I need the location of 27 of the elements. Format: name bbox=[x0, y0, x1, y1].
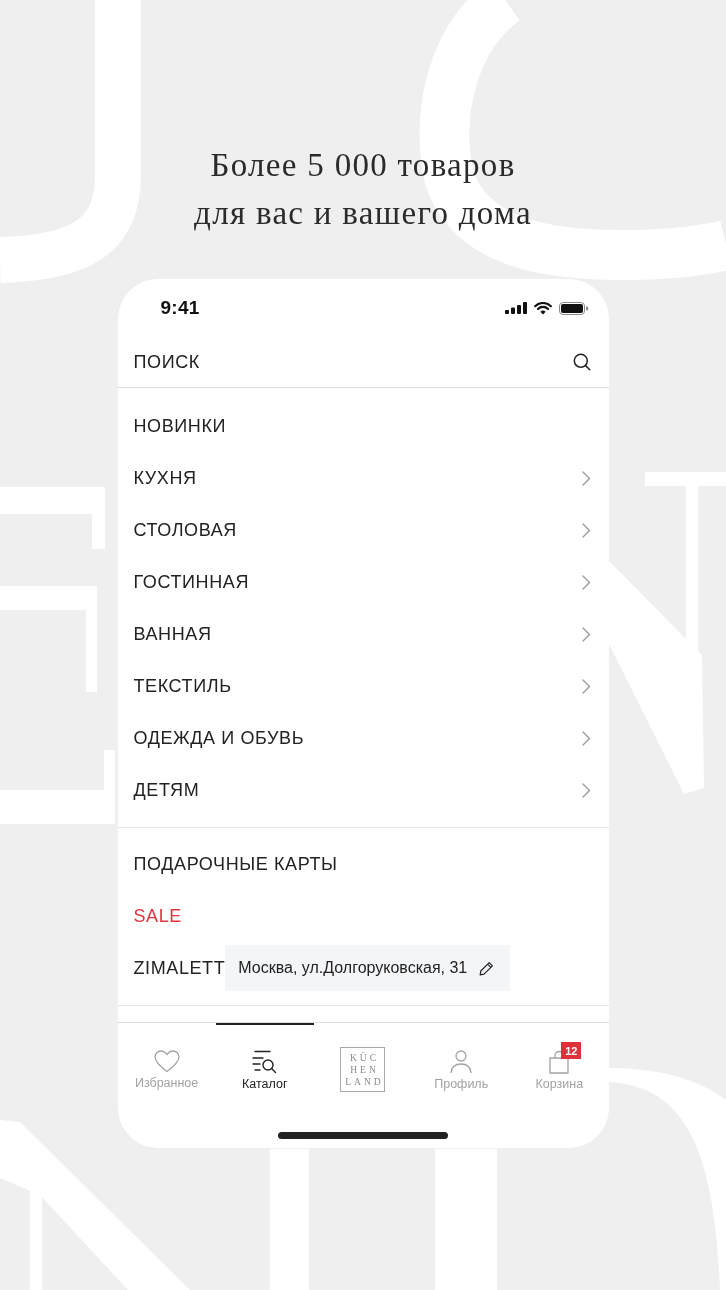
tab[interactable]: Корзина 12 bbox=[510, 1023, 609, 1103]
search-field[interactable]: ПОИСК bbox=[133, 347, 563, 377]
tab[interactable]: Каталог bbox=[215, 1023, 314, 1103]
menu-item[interactable]: ТЕКСТИЛЬ bbox=[117, 660, 609, 712]
battery-icon bbox=[558, 301, 589, 315]
menu-item[interactable]: ОДЕЖДА И ОБУВЬ bbox=[117, 712, 609, 764]
menu-item[interactable]: КУХНЯ bbox=[117, 452, 609, 504]
headline: Более 5 000 товаров для вас и вашего дома bbox=[194, 146, 532, 233]
wifi-icon bbox=[533, 301, 552, 315]
pencil-icon bbox=[479, 960, 495, 976]
menu-item[interactable]: НОВИНКИ bbox=[117, 400, 609, 452]
menu-item[interactable]: ПОДАРОЧНЫЕ КАРТЫ bbox=[117, 838, 609, 890]
menu-item[interactable]: ДЕТЯМ bbox=[117, 764, 609, 816]
menu-item[interactable]: ВАННАЯ bbox=[117, 608, 609, 660]
menu-item[interactable]: ГОСТИННАЯ bbox=[117, 556, 609, 608]
heart-icon bbox=[153, 1050, 180, 1073]
list-search-icon bbox=[252, 1050, 278, 1074]
logo-button[interactable]: KÜC HEN LAND bbox=[340, 1047, 386, 1092]
signal-icon bbox=[504, 302, 527, 314]
count-badge: 12 bbox=[561, 1042, 582, 1059]
menu-item[interactable]: SALE bbox=[117, 890, 609, 942]
person-icon bbox=[450, 1050, 473, 1074]
menu-item[interactable]: ZIMALETT Москва, ул.Долгоруковская, 31 bbox=[117, 942, 609, 994]
menu-item[interactable]: СТОЛОВАЯ bbox=[117, 504, 609, 556]
address-button[interactable]: Москва, ул.Долгоруковская, 31 bbox=[225, 945, 511, 991]
search-icon[interactable] bbox=[572, 353, 591, 371]
status-time: 9:41 bbox=[160, 297, 200, 319]
